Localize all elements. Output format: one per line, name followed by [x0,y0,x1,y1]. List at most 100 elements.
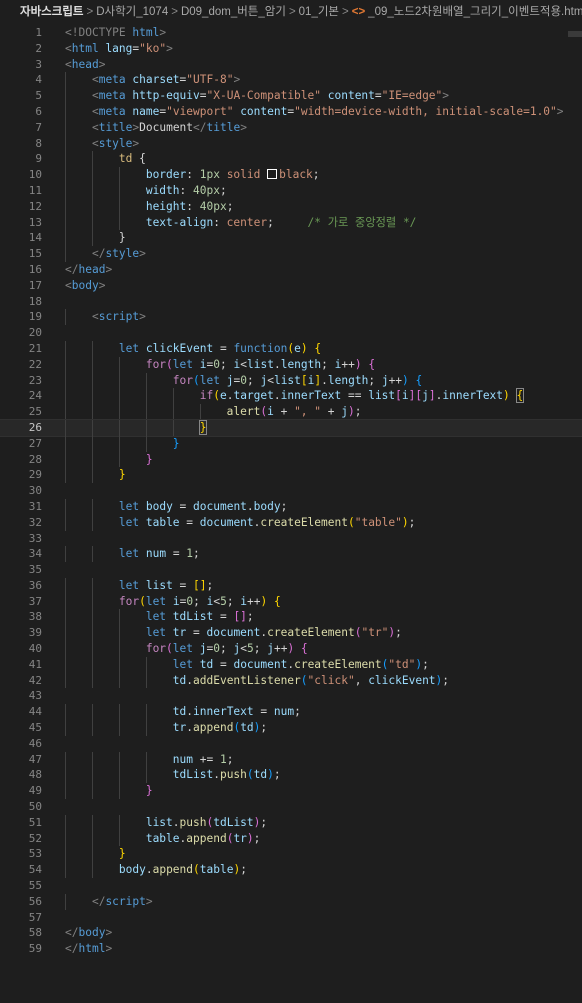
code-line[interactable]: 1 <!DOCTYPE html> [0,25,582,41]
code-line[interactable]: 50 [0,799,582,815]
code-line[interactable]: 28 } [0,451,582,468]
code-line[interactable]: 52 table.append(tr); [0,830,582,847]
code-line[interactable]: 47 num += 1; [0,751,582,768]
code-line[interactable]: 26 } [0,418,582,437]
code-line[interactable]: 4 <meta charset="UTF-8"> [0,72,582,89]
code-token: 40px [199,199,227,213]
code-text: <style> [65,136,139,152]
code-line[interactable]: 27 } [0,435,582,452]
code-line[interactable]: 15 </style> [0,246,582,262]
line-number: 46 [28,736,42,750]
code-line[interactable]: 49 } [0,783,582,800]
code-line[interactable]: 2 <html lang="ko"> [0,41,582,57]
code-token: ; [193,594,207,608]
code-line[interactable]: 58 </body> [0,925,582,941]
code-line[interactable]: 31 let body = document.body; [0,498,582,515]
code-line[interactable]: 38 let tdList = []; [0,609,582,626]
breadcrumb-item-folder-2[interactable]: D09_dom_버튼_암기 [181,6,286,18]
code-line[interactable]: 29 } [0,467,582,484]
code-line[interactable]: 9 td { [0,151,582,168]
line-number: 37 [28,594,42,608]
code-token: border [145,168,187,182]
line-number: 45 [28,721,42,735]
code-line[interactable]: 39 let tr = document.createElement("tr")… [0,625,582,642]
code-line[interactable]: 43 [0,688,582,704]
code-token: tr [233,831,247,845]
breadcrumb-item-root[interactable]: 자바스크립트 [20,6,83,18]
code-line[interactable]: 18 [0,294,582,310]
code-line[interactable]: 14 } [0,230,582,247]
line-number: 19 [28,310,42,324]
code-line[interactable]: 33 [0,531,582,547]
code-text: } [65,783,153,799]
code-token: let [118,578,140,592]
breadcrumb-item-file[interactable]: _09_노드2차원배열_그리기_이벤트적용.html [368,6,582,18]
code-line[interactable]: 59 </html> [0,941,582,957]
code-line[interactable]: 6 <meta name="viewport" content="width=d… [0,103,582,120]
code-line[interactable]: 5 <meta http-equiv="X-UA-Compatible" con… [0,88,582,104]
code-line[interactable]: 23 for(let j=0; j<list[i].length; j++) { [0,372,582,389]
code-line[interactable]: 30 [0,483,582,499]
code-line[interactable]: 13 text-align: center; /* 가로 중앙정렬 */ [0,214,582,231]
code-editor[interactable]: 1 <!DOCTYPE html> 2 <html lang="ko"> 3 <head>… [0,25,582,1003]
line-number: 47 [28,752,42,766]
code-token: push [219,768,247,782]
code-token: ; [226,199,234,213]
code-line[interactable]: 46 [0,736,582,752]
code-text: } [65,436,180,452]
code-token: html [132,26,160,39]
code-line[interactable]: 19 <script> [0,309,582,326]
code-token: ; [240,863,247,877]
code-token: ( [193,863,200,877]
code-token: < [91,310,99,324]
code-line[interactable]: 20 [0,325,582,341]
code-line[interactable]: 36 let list = []; [0,577,582,594]
code-line[interactable]: 17 <body> [0,278,582,294]
code-line[interactable]: 44 td.innerText = num; [0,704,582,721]
code-line[interactable]: 8 <style> [0,135,582,152]
code-line[interactable]: 11 width: 40px; [0,182,582,199]
code-line[interactable]: 12 height: 40px; [0,198,582,215]
code-text: </html> [65,941,112,957]
code-line[interactable]: 24 if(e.target.innerText == list[i][j].i… [0,388,582,405]
line-number: 13 [28,215,42,229]
code-line[interactable]: 48 tdList.push(td); [0,767,582,784]
line-number: 55 [28,879,42,893]
breadcrumb-item-folder-1[interactable]: D사학기_1074 [96,6,168,18]
code-token: td [172,705,187,719]
code-token: ; [226,594,241,608]
code-text: <script> [65,309,146,325]
code-token: { [368,357,376,371]
breadcrumb-item-folder-3[interactable]: 01_기본 [299,6,339,18]
code-line[interactable]: 32 let table = document.createElement("t… [0,514,582,531]
code-token: [ [395,389,402,403]
code-line[interactable]: 35 [0,562,582,578]
code-line[interactable]: 34 let num = 1; [0,546,582,563]
code-line[interactable]: 3 <head> [0,57,582,73]
code-line[interactable]: 56 </script> [0,893,582,910]
code-line[interactable]: 7 <title>Document</title> [0,119,582,136]
code-line[interactable]: 51 list.push(tdList); [0,814,582,831]
code-token: title [98,120,133,134]
code-token: Document [139,120,194,134]
code-line[interactable]: 42 td.addEventListener("click", clickEve… [0,672,582,689]
code-line[interactable]: 54 body.append(table); [0,862,582,879]
code-line[interactable]: 16 </head> [0,262,582,278]
code-line[interactable]: 10 border: 1px solid black; [0,167,582,183]
code-text: let num = 1; [65,546,200,562]
code-line[interactable]: 45 tr.append(td); [0,720,582,736]
code-line[interactable]: 37 for(let i=0; i<5; i++) { [0,593,582,610]
code-line[interactable]: 25 alert(i + ", " + j); [0,404,582,420]
code-line[interactable]: 40 for(let j=0; j<5; j++) { [0,641,582,657]
code-line[interactable]: 21 let clickEvent = function(e) { [0,340,582,357]
code-token: < [91,136,99,150]
code-line[interactable]: 22 for(let i=0; i<list.length; i++) { [0,356,582,373]
code-line[interactable]: 55 [0,878,582,894]
code-line[interactable]: 57 [0,910,582,926]
code-token: innerText [280,389,342,403]
code-line[interactable]: 53 } [0,846,582,863]
code-line[interactable]: 41 let td = document.createElement("td")… [0,656,582,673]
